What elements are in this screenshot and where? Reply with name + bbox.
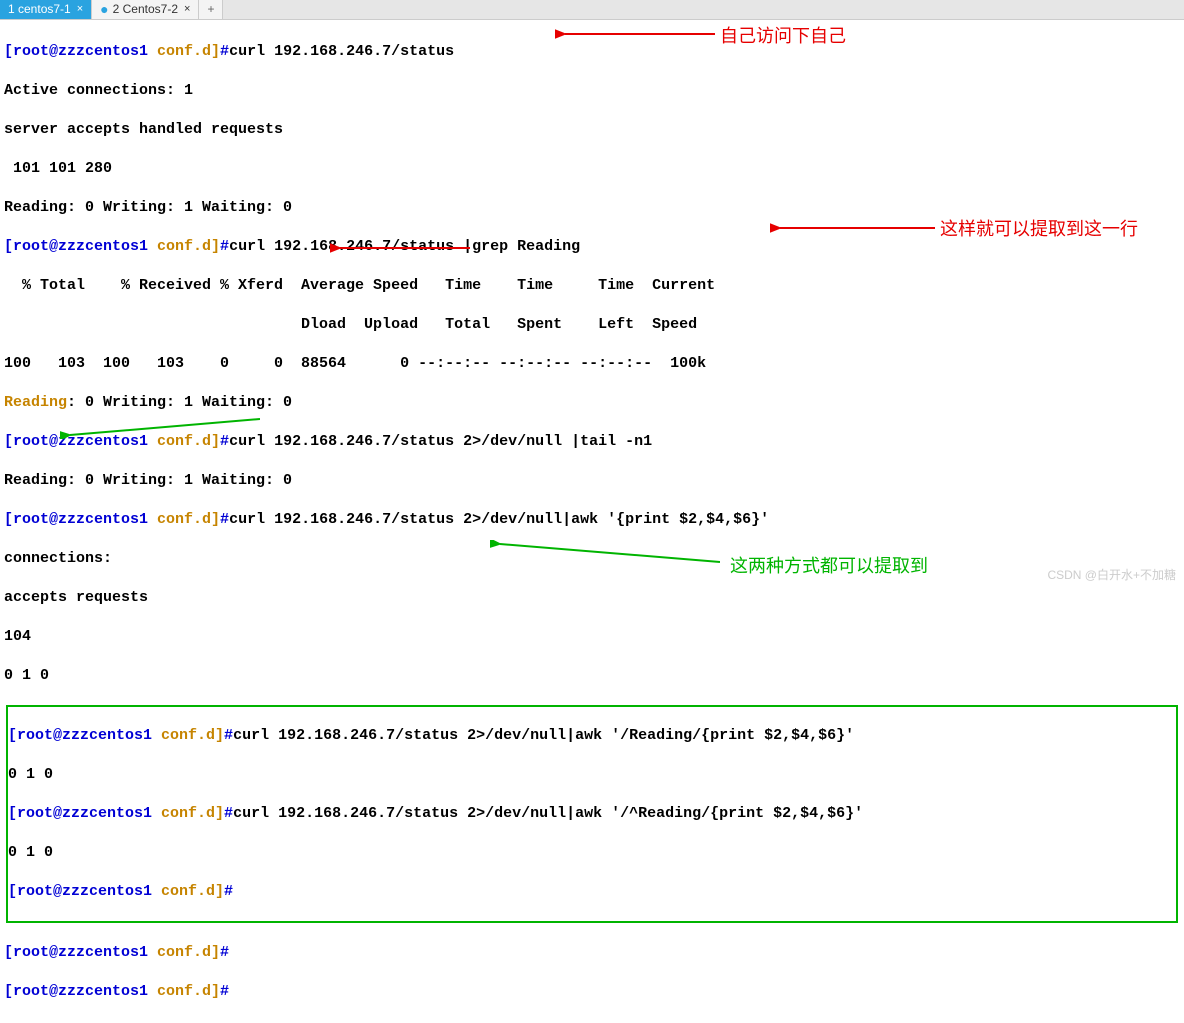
tab-bar: 1 centos7-1 × ● 2 Centos7-2 × + [0, 0, 1184, 20]
tab-centos7-1[interactable]: 1 centos7-1 × [0, 0, 92, 19]
prompt-user: [root@zzzcentos1 [8, 883, 161, 900]
command-5: curl 192.168.246.7/status 2>/dev/null|aw… [233, 727, 854, 744]
output-line: 104 [4, 627, 1180, 647]
prompt-path: conf.d] [157, 983, 220, 1000]
terminal[interactable]: [root@zzzcentos1 conf.d]#curl 192.168.24… [0, 20, 1184, 1023]
output-line: 100 103 100 103 0 0 88564 0 --:--:-- --:… [4, 354, 1180, 374]
new-tab-button[interactable]: + [199, 0, 223, 19]
arrow-icon [60, 415, 260, 439]
prompt-user: [root@zzzcentos1 [8, 727, 161, 744]
output-line: server accepts handled requests [4, 120, 1180, 140]
status-dot-icon: ● [100, 0, 108, 18]
close-icon[interactable]: × [77, 2, 83, 16]
command-1: curl 192.168.246.7/status [229, 43, 454, 60]
tab-centos7-2[interactable]: ● 2 Centos7-2 × [92, 0, 199, 19]
output-line: 0 1 0 [4, 666, 1180, 686]
prompt-path: conf.d] [157, 511, 220, 528]
prompt-user: [root@zzzcentos1 [4, 43, 157, 60]
command-4: curl 192.168.246.7/status 2>/dev/null|aw… [229, 511, 769, 528]
output-line: : 0 Writing: 1 Waiting: 0 [67, 394, 301, 411]
prompt-hash: # [220, 511, 229, 528]
prompt-path: conf.d] [161, 805, 224, 822]
prompt-user: [root@zzzcentos1 [4, 983, 157, 1000]
output-line: 0 1 0 [8, 765, 1176, 785]
arrow-icon [490, 540, 720, 566]
prompt-path: conf.d] [161, 727, 224, 744]
prompt-path: conf.d] [161, 883, 224, 900]
arrow-icon [330, 240, 470, 256]
grep-match: Reading [4, 394, 67, 411]
output-line: 0 1 0 [8, 843, 1176, 863]
prompt-user: [root@zzzcentos1 [4, 238, 157, 255]
prompt-hash: # [224, 883, 233, 900]
tab-label: 1 centos7-1 [8, 2, 71, 18]
prompt-path: conf.d] [157, 43, 220, 60]
command-6: curl 192.168.246.7/status 2>/dev/null|aw… [233, 805, 863, 822]
output-line: Dload Upload Total Spent Left Speed [4, 315, 1180, 335]
output-line: Reading: 0 Writing: 1 Waiting: 0 [4, 471, 1180, 491]
prompt-hash: # [220, 983, 229, 1000]
prompt-user: [root@zzzcentos1 [4, 511, 157, 528]
prompt-path: conf.d] [157, 238, 220, 255]
output-line: % Total % Received % Xferd Average Speed… [4, 276, 1180, 296]
annotation-3: 这两种方式都可以提取到 [730, 555, 928, 578]
prompt-path: conf.d] [157, 944, 220, 961]
arrow-icon [770, 220, 935, 236]
tab-label: 2 Centos7-2 [113, 2, 178, 18]
output-line: Active connections: 1 [4, 81, 1180, 101]
prompt-hash: # [224, 805, 233, 822]
output-line: accepts requests [4, 588, 1180, 608]
highlighted-block: [root@zzzcentos1 conf.d]#curl 192.168.24… [6, 705, 1178, 924]
prompt-hash: # [224, 727, 233, 744]
prompt-user: [root@zzzcentos1 [4, 944, 157, 961]
close-icon[interactable]: × [184, 2, 190, 16]
output-line: Reading: 0 Writing: 1 Waiting: 0 [4, 198, 1180, 218]
prompt-hash: # [220, 238, 229, 255]
annotation-2: 这样就可以提取到这一行 [940, 218, 1138, 241]
prompt-hash: # [220, 43, 229, 60]
prompt-user: [root@zzzcentos1 [8, 805, 161, 822]
annotation-1: 自己访问下自己 [720, 25, 846, 48]
output-line: 101 101 280 [4, 159, 1180, 179]
arrow-icon [555, 26, 715, 42]
watermark: CSDN @白开水+不加糖 [1047, 568, 1176, 584]
command-3: curl 192.168.246.7/status 2>/dev/null |t… [229, 433, 652, 450]
prompt-hash: # [220, 944, 229, 961]
